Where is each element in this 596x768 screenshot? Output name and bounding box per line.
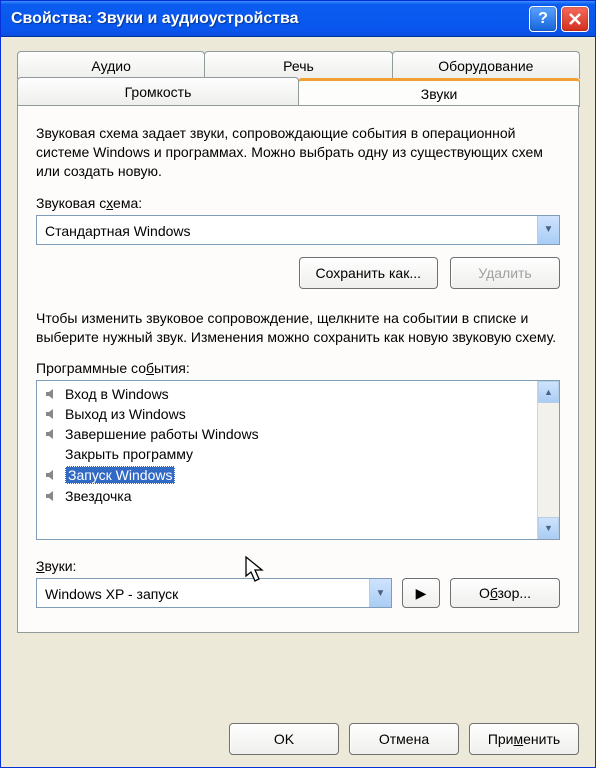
tab-speech[interactable]: Речь [204,51,392,79]
speaker-icon [43,446,59,462]
scroll-down-icon[interactable]: ▼ [538,517,559,539]
sound-combobox[interactable]: Windows XP - запуск ▼ [36,578,392,608]
window-title: Свойства: Звуки и аудиоустройства [11,10,529,28]
speaker-icon [43,406,59,422]
speaker-icon [43,467,59,483]
speaker-icon [43,426,59,442]
scheme-description: Звуковая схема задает звуки, сопровождаю… [36,124,560,181]
list-item[interactable]: Вход в Windows [39,384,535,404]
speaker-icon [43,386,59,402]
tab-audio[interactable]: Аудио [17,51,205,79]
apply-button[interactable]: Применить [469,723,579,755]
list-item[interactable]: Звездочка [39,486,535,506]
events-description: Чтобы изменить звуковое сопровождение, щ… [36,309,560,347]
scheme-combobox[interactable]: Стандартная Windows ▼ [36,215,560,245]
cancel-button[interactable]: Отмена [349,723,459,755]
close-button[interactable] [561,6,589,32]
list-item[interactable]: Закрыть программу [39,444,535,464]
delete-button: Удалить [450,257,560,289]
tab-sounds[interactable]: Звуки [298,78,580,107]
scheme-label: Звуковая схема: [36,195,560,211]
events-listbox[interactable]: Вход в Windows Выход из Windows Завершен… [36,380,560,540]
scroll-up-icon[interactable]: ▲ [538,381,559,403]
ok-button[interactable]: OK [229,723,339,755]
sound-value: Windows XP - запуск [37,579,369,607]
list-item[interactable]: Выход из Windows [39,404,535,424]
events-label: Программные события: [36,360,560,376]
help-button[interactable]: ? [529,6,557,32]
save-as-button[interactable]: Сохранить как... [299,257,438,289]
list-item[interactable]: Завершение работы Windows [39,424,535,444]
tab-hardware[interactable]: Оборудование [392,51,580,79]
browse-button[interactable]: Обзор... [450,578,560,608]
sounds-label: Звуки: [36,558,560,574]
tab-volume[interactable]: Громкость [17,77,299,106]
tab-panel-sounds: Звуковая схема задает звуки, сопровождаю… [17,105,579,633]
titlebar: Свойства: Звуки и аудиоустройства ? [1,1,595,37]
chevron-down-icon[interactable]: ▼ [369,579,391,607]
play-icon: ▶ [416,585,427,602]
scroll-track[interactable] [538,403,559,517]
scheme-value: Стандартная Windows [37,216,537,244]
list-item[interactable]: Запуск Windows [39,464,535,486]
chevron-down-icon[interactable]: ▼ [537,216,559,244]
scrollbar[interactable]: ▲ ▼ [537,381,559,539]
speaker-icon [43,488,59,504]
browse-mnemonic: б [490,585,498,601]
play-button[interactable]: ▶ [402,578,440,608]
